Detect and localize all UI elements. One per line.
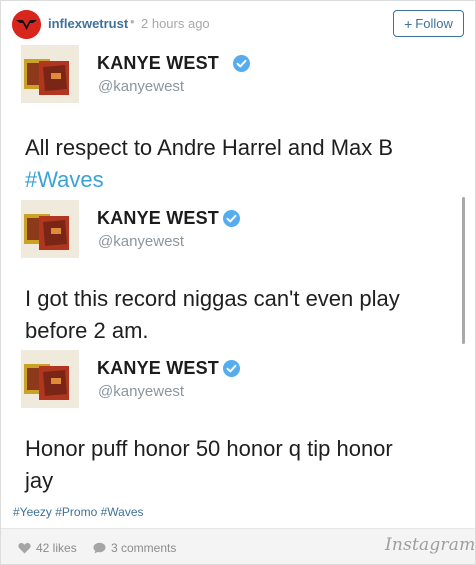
separator-dot: • [130,14,135,29]
username-link[interactable]: inflexwetrust [48,16,128,31]
tweet-text-line: I got this record niggas can't even play [25,286,400,311]
tweet-handle: @kanyewest [98,233,185,250]
verified-badge-icon [223,360,240,377]
verified-badge-icon [223,210,240,227]
tweet-text-line: All respect to Andre Harrel and Max B [25,135,394,160]
post-caption[interactable]: #Yeezy #Promo #Waves [13,505,144,519]
tweet-text-line: Honor puff honor 50 honor q tip honor [25,436,393,461]
instagram-logo[interactable]: Instagram [385,535,475,555]
plus-icon: + [404,15,413,32]
post-header: inflexwetrust • 2 hours ago + Follow [1,1,475,45]
tweet-header: KANYE WEST @kanyewest [21,45,461,105]
tweet-avatar [21,45,79,103]
heart-icon [18,542,31,554]
post-image[interactable]: KANYE WEST @kanyewest All respect to And… [1,45,475,505]
tweet-text-line: jay [25,468,54,493]
tweet-author-name: KANYE WEST [97,53,220,73]
scrollbar[interactable] [462,197,465,344]
tweet-text: All respect to Andre Harrel and Max B #W… [25,132,465,196]
account-avatar[interactable] [12,10,41,39]
tweet-author-name: KANYE WEST [97,358,220,378]
tweet-header: KANYE WEST @kanyewest [21,200,461,260]
tweet-avatar [21,200,79,258]
tweet-text-line: before 2 am. [25,318,149,343]
inflexwetrust-logo-icon [12,10,41,39]
post-timestamp[interactable]: 2 hours ago [141,16,210,31]
follow-label: Follow [415,16,453,31]
tweet-handle: @kanyewest [98,78,185,95]
instagram-embed: inflexwetrust • 2 hours ago + Follow KAN… [0,0,476,565]
tweet-header: KANYE WEST @kanyewest [21,350,461,410]
likes-count[interactable]: 42 likes [18,541,77,555]
follow-button[interactable]: + Follow [393,10,464,37]
tweet-hashtag: #Waves [25,167,104,192]
tweet-handle: @kanyewest [98,383,185,400]
verified-badge-icon [233,55,250,72]
tweet-avatar [21,350,79,408]
comments-label: 3 comments [111,541,177,555]
tweet-author-name: KANYE WEST [97,208,220,228]
tweet-text: I got this record niggas can't even play… [25,283,465,347]
comment-bubble-icon [93,542,106,554]
tweet-text: Honor puff honor 50 honor q tip honor ja… [25,433,465,497]
comments-count[interactable]: 3 comments [93,541,176,555]
post-footer: 42 likes 3 comments Instagram [1,528,475,564]
likes-label: 42 likes [36,541,77,555]
